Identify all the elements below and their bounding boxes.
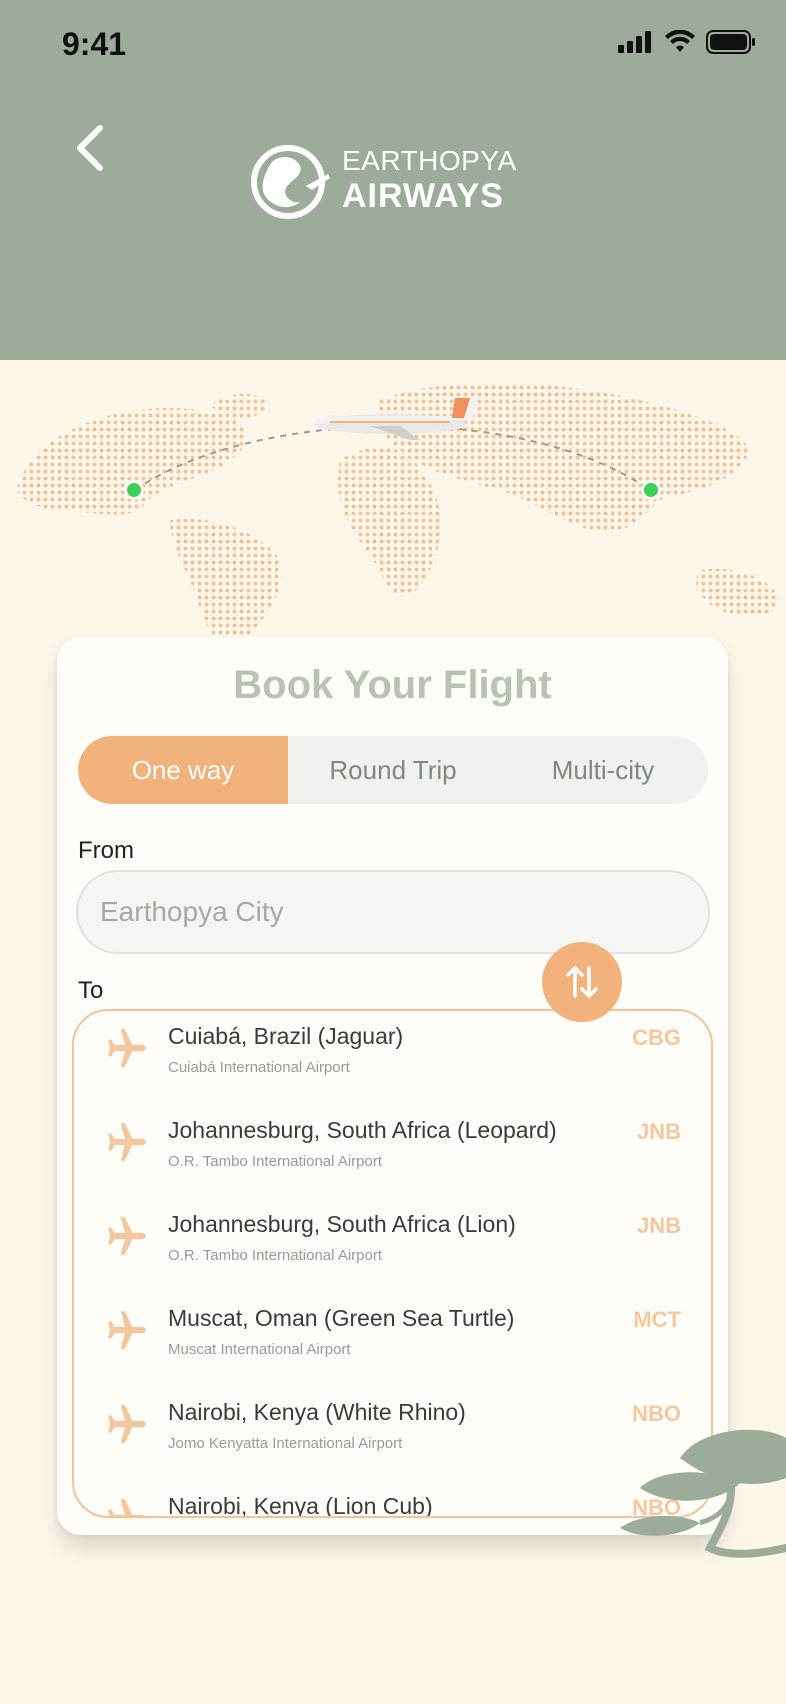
airport-code: CBG	[632, 1025, 681, 1050]
swap-button[interactable]	[542, 942, 622, 1022]
cellular-icon	[618, 31, 651, 53]
tab-round-trip[interactable]: Round Trip	[288, 736, 498, 804]
tab-multi-city[interactable]: Multi-city	[498, 736, 708, 804]
back-button[interactable]	[70, 118, 110, 178]
destination-airport: Muscat International Airport	[168, 1341, 351, 1358]
destination-city: Cuiabá, Brazil (Jaguar)	[168, 1023, 404, 1049]
plane-icon	[108, 1029, 146, 1067]
destination-city: Johannesburg, South Africa (Leopard)	[168, 1117, 557, 1143]
airport-code: JNB	[636, 1213, 681, 1238]
trip-type-tabs: One way Round Trip Multi-city	[78, 736, 708, 804]
destination-city: Johannesburg, South Africa (Lion)	[168, 1211, 516, 1237]
destination-airport: Cuiabá International Airport	[168, 1059, 350, 1076]
destination-city: Nairobi, Kenya (White Rhino)	[168, 1399, 466, 1425]
plane-icon	[108, 1123, 146, 1161]
status-time: 9:41	[62, 26, 127, 62]
back-chevron-icon	[77, 125, 103, 171]
from-input[interactable]: Earthopya City	[76, 870, 710, 954]
destination-city: Nairobi, Kenya (Lion Cub)	[168, 1493, 433, 1518]
destination-city: Muscat, Oman (Green Sea Turtle)	[168, 1305, 515, 1331]
tree-icon	[620, 1429, 786, 1558]
plane-icon	[108, 1405, 146, 1443]
airport-code: MCT	[633, 1307, 681, 1332]
tab-one-way[interactable]: One way	[78, 736, 288, 804]
swap-icon	[566, 966, 598, 998]
destination-row[interactable]: Cuiabá, Brazil (Jaguar) Cuiabá Internati…	[74, 1011, 711, 1105]
globe-logo-icon	[251, 145, 330, 219]
destination-airport: O.R. Tambo International Airport	[168, 1247, 382, 1264]
status-icons	[618, 30, 756, 54]
airport-code: JNB	[636, 1119, 681, 1144]
from-label: From	[78, 837, 134, 864]
destination-airport: O.R. Tambo International Airport	[168, 1153, 382, 1170]
to-label: To	[78, 977, 104, 1004]
battery-icon	[706, 30, 755, 54]
destination-row[interactable]: Muscat, Oman (Green Sea Turtle) Muscat I…	[74, 1293, 711, 1387]
brand-line2: AIRWAYS	[342, 177, 504, 215]
plane-icon	[108, 1311, 146, 1349]
card-title: Book Your Flight	[233, 663, 552, 707]
destination-list: Cuiabá, Brazil (Jaguar) Cuiabá Internati…	[72, 1009, 713, 1518]
destination-row[interactable]: Nairobi, Kenya (White Rhino) Jomo Kenyat…	[74, 1387, 711, 1481]
brand-line1: EARTHOPYA	[342, 145, 517, 176]
brand-logo: EARTHOPYA AIRWAYS	[250, 140, 517, 220]
world-map	[17, 383, 780, 650]
wifi-icon	[665, 30, 695, 52]
booking-card: Book Your Flight One way Round Trip Mult…	[57, 637, 728, 1535]
plane-icon	[108, 1499, 146, 1516]
destination-row[interactable]: Johannesburg, South Africa (Leopard) O.R…	[74, 1105, 711, 1199]
destination-row[interactable]: Johannesburg, South Africa (Lion) O.R. T…	[74, 1199, 711, 1293]
plane-icon	[108, 1217, 146, 1255]
destination-airport: Jomo Kenyatta International Airport	[168, 1435, 403, 1452]
destination-row[interactable]: Nairobi, Kenya (Lion Cub) NBO	[74, 1481, 711, 1518]
torn-paper-edge	[0, 300, 786, 344]
